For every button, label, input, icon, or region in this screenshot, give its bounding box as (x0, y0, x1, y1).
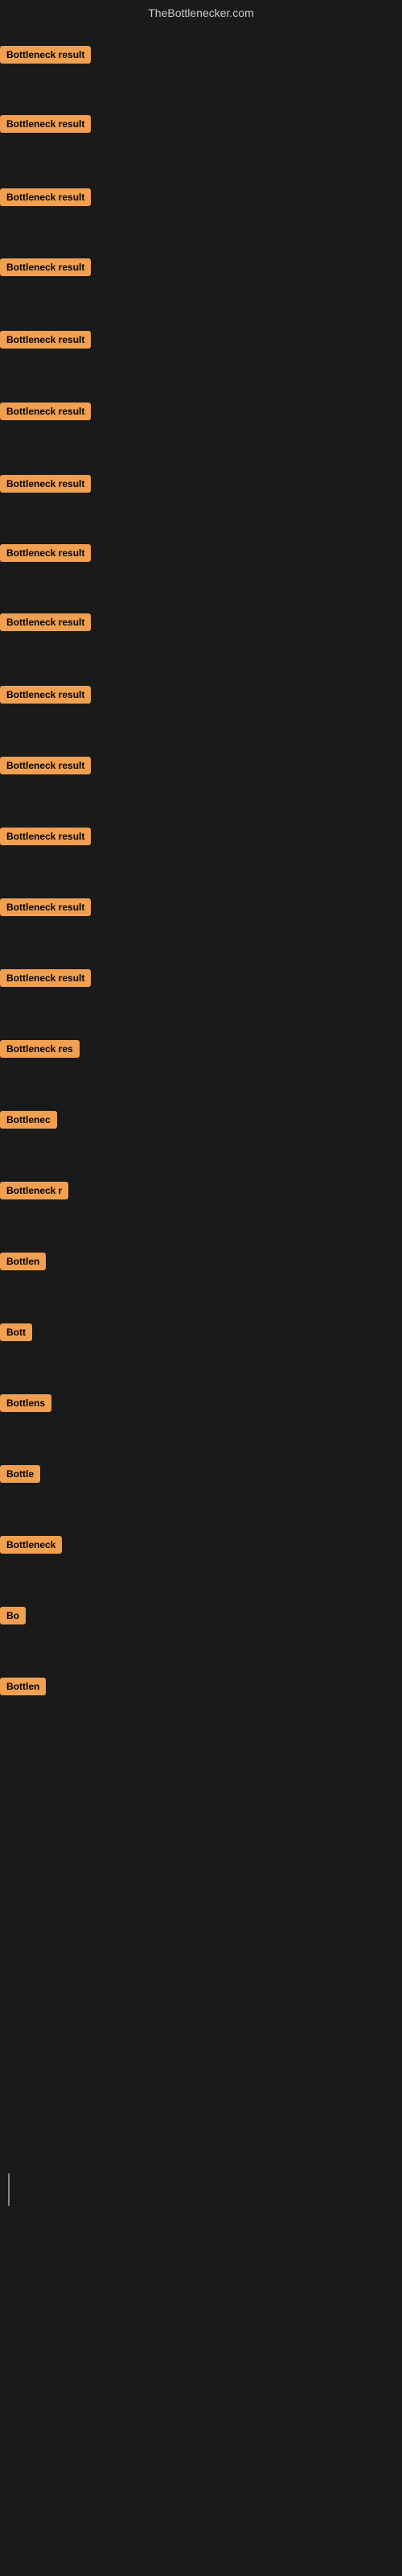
bottleneck-result-item[interactable]: Bottleneck result (0, 898, 91, 916)
bottleneck-badge: Bottleneck result (0, 686, 91, 704)
bottleneck-badge: Bo (0, 1607, 26, 1624)
bottleneck-badge: Bottleneck result (0, 757, 91, 774)
bottleneck-result-item[interactable]: Bottlens (0, 1394, 51, 1412)
bottleneck-badge: Bottleneck res (0, 1040, 80, 1058)
site-title: TheBottlenecker.com (0, 0, 402, 23)
bottleneck-result-item[interactable]: Bottleneck result (0, 46, 91, 64)
bottleneck-result-item[interactable]: Bott (0, 1323, 32, 1341)
bottleneck-badge: Bottleneck result (0, 331, 91, 349)
bottleneck-badge: Bottle (0, 1465, 40, 1483)
bottleneck-result-item[interactable]: Bo (0, 1607, 26, 1624)
bottleneck-badge: Bottlenec (0, 1111, 57, 1129)
bottleneck-badge: Bottlens (0, 1394, 51, 1412)
bottleneck-badge: Bottleneck result (0, 475, 91, 493)
bottleneck-result-item[interactable]: Bottlen (0, 1678, 46, 1695)
bottleneck-badge: Bottleneck (0, 1536, 62, 1554)
cursor-indicator (8, 2174, 10, 2206)
bottleneck-result-item[interactable]: Bottleneck result (0, 686, 91, 704)
bottleneck-result-item[interactable]: Bottleneck r (0, 1182, 68, 1199)
bottleneck-result-item[interactable]: Bottleneck result (0, 258, 91, 276)
bottleneck-result-item[interactable]: Bottleneck result (0, 757, 91, 774)
bottleneck-result-item[interactable]: Bottle (0, 1465, 40, 1483)
bottleneck-result-item[interactable]: Bottleneck result (0, 613, 91, 631)
bottleneck-badge: Bottleneck result (0, 613, 91, 631)
bottleneck-badge: Bottlen (0, 1678, 46, 1695)
bottleneck-result-item[interactable]: Bottlenec (0, 1111, 57, 1129)
bottleneck-result-item[interactable]: Bottleneck (0, 1536, 62, 1554)
bottleneck-badge: Bott (0, 1323, 32, 1341)
bottleneck-result-item[interactable]: Bottleneck res (0, 1040, 80, 1058)
bottleneck-badge: Bottleneck result (0, 828, 91, 845)
bottleneck-badge: Bottleneck result (0, 898, 91, 916)
bottleneck-result-item[interactable]: Bottleneck result (0, 544, 91, 562)
bottleneck-result-item[interactable]: Bottleneck result (0, 188, 91, 206)
bottleneck-badge: Bottleneck r (0, 1182, 68, 1199)
bottleneck-result-item[interactable]: Bottleneck result (0, 969, 91, 987)
bottleneck-result-item[interactable]: Bottlen (0, 1253, 46, 1270)
bottleneck-badge: Bottleneck result (0, 115, 91, 133)
bottleneck-result-item[interactable]: Bottleneck result (0, 331, 91, 349)
bottleneck-result-item[interactable]: Bottleneck result (0, 828, 91, 845)
bottleneck-badge: Bottlen (0, 1253, 46, 1270)
bottleneck-result-item[interactable]: Bottleneck result (0, 475, 91, 493)
bottleneck-result-item[interactable]: Bottleneck result (0, 402, 91, 420)
bottleneck-result-item[interactable]: Bottleneck result (0, 115, 91, 133)
bottleneck-badge: Bottleneck result (0, 258, 91, 276)
bottleneck-badge: Bottleneck result (0, 544, 91, 562)
bottleneck-badge: Bottleneck result (0, 46, 91, 64)
bottleneck-badge: Bottleneck result (0, 402, 91, 420)
bottleneck-badge: Bottleneck result (0, 188, 91, 206)
bottleneck-badge: Bottleneck result (0, 969, 91, 987)
